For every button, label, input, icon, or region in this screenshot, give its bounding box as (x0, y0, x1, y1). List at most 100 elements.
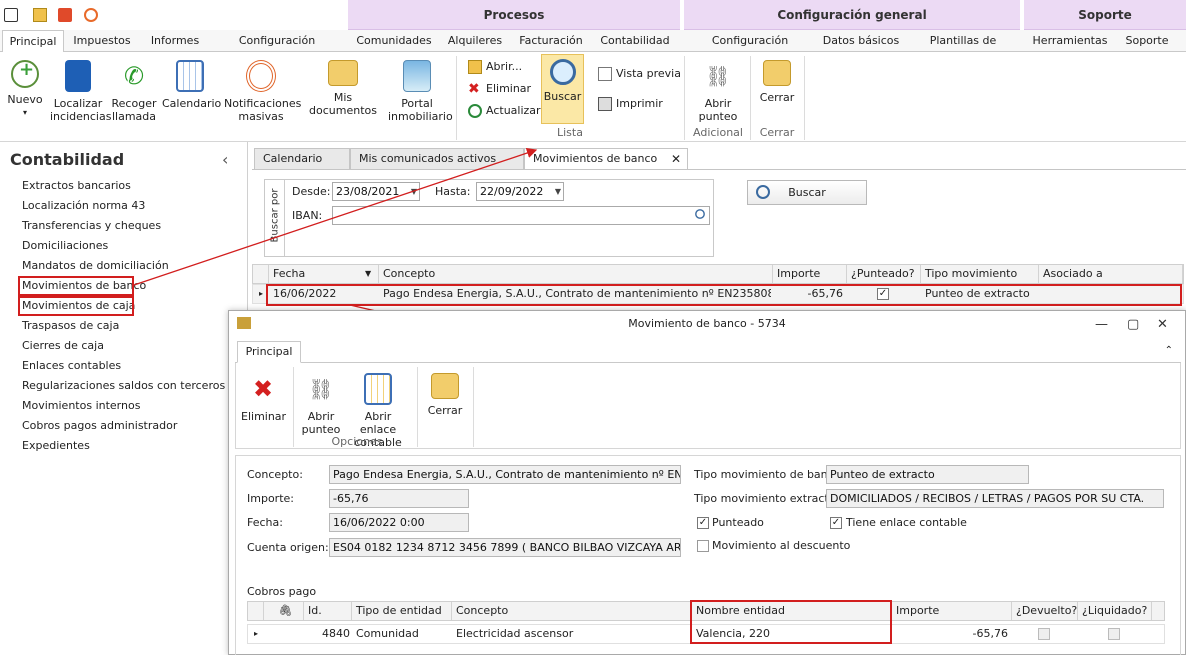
sidebar-item-cobros-pagos[interactable]: Cobros pagos administrador (22, 417, 177, 435)
sidebar-item-norma43[interactable]: Localización norma 43 (22, 197, 145, 215)
tab-facturacion[interactable]: Facturación (516, 30, 586, 52)
notificaciones-masivas-button[interactable]: Notificaciones masivas (224, 56, 301, 123)
cell-devuelto-checkbox[interactable] (1038, 628, 1050, 640)
dialog-cerrar-button[interactable]: Cerrar (423, 369, 467, 417)
tab-contabilidad[interactable]: Contabilidad (600, 30, 670, 52)
cuenta-origen-field[interactable]: ES04 0182 1234 8712 3456 7899 ( BANCO BI… (329, 538, 681, 557)
maximize-icon[interactable]: ▢ (1127, 317, 1139, 332)
collapse-chevron-icon[interactable]: ‹ (222, 150, 228, 169)
tasks-icon[interactable] (58, 8, 72, 22)
vista-previa-label: Vista previa (616, 67, 681, 80)
collapse-icon[interactable]: ⌃ (1165, 345, 1173, 356)
portal-inmobiliario-button[interactable]: Portal inmobiliario (388, 56, 453, 123)
calendario-button[interactable]: Calendario (162, 56, 221, 110)
column-fecha[interactable]: Fecha (269, 265, 379, 283)
sidebar-item-mandatos[interactable]: Mandatos de domiciliación (22, 257, 169, 275)
search-icon[interactable] (695, 209, 705, 219)
column-id[interactable]: Id. (304, 602, 352, 620)
buscar-button[interactable]: Buscar (747, 180, 867, 205)
column-liquidado[interactable]: ¿Liquidado? (1078, 602, 1152, 620)
abrir-punteo-button[interactable]: ⛓ Abrir punteo (692, 56, 744, 123)
row-indicator-header (253, 265, 269, 283)
close-icon[interactable]: ✕ (1157, 317, 1168, 332)
dialog-eliminar-button[interactable]: ✖ Eliminar (241, 369, 286, 423)
nuevo-button[interactable]: + Nuevo ▾ (4, 56, 46, 119)
ribbon-separator (750, 56, 751, 140)
tab-alquileres[interactable]: Alquileres (446, 30, 504, 52)
sidebar-item-expedientes[interactable]: Expedientes (22, 437, 90, 455)
column-importe[interactable]: Importe (892, 602, 1012, 620)
sidebar-item-regularizaciones[interactable]: Regularizaciones saldos con terceros (22, 377, 225, 395)
mis-documentos-button[interactable]: Mis documentos (302, 56, 384, 117)
recoger-llamada-button[interactable]: ✆ Recoger llamada (110, 56, 158, 123)
tipo-banco-field[interactable]: Punteo de extracto (826, 465, 1029, 484)
tipo-extracto-field[interactable]: DOMICILIADOS / RECIBOS / LETRAS / PAGOS … (826, 489, 1164, 508)
tab-principal[interactable]: Principal (2, 30, 64, 53)
column-punteado[interactable]: ¿Punteado? (847, 265, 921, 283)
descuento-checkbox[interactable] (697, 540, 709, 552)
tab-principal[interactable]: Principal (237, 341, 301, 363)
actualizar-button[interactable]: Actualizar (466, 102, 541, 120)
imprimir-button[interactable]: Imprimir (596, 95, 663, 113)
concepto-field[interactable]: Pago Endesa Energia, S.A.U., Contrato de… (329, 465, 681, 484)
ribbon-separator (804, 56, 805, 140)
column-concepto[interactable]: Concepto (379, 265, 773, 283)
importe-field[interactable]: -65,76 (329, 489, 469, 508)
column-importe[interactable]: Importe (773, 265, 847, 283)
tab-herramientas[interactable]: Herramientas (1032, 30, 1108, 52)
app-menu-icon[interactable] (4, 8, 18, 22)
column-asociado[interactable]: Asociado a (1039, 265, 1183, 283)
chevron-down-icon[interactable]: ▼ (555, 183, 561, 200)
ribbon-group-label: Procesos (483, 7, 545, 22)
column-tipo-entidad[interactable]: Tipo de entidad (352, 602, 452, 620)
sidebar-item-traspasos[interactable]: Traspasos de caja (22, 317, 119, 335)
misdocs-label: Mis documentos (309, 91, 377, 117)
doc-tab-comunicados[interactable]: Mis comunicados activos (350, 148, 524, 170)
buscar-ribbon-button[interactable]: Buscar (541, 54, 584, 124)
column-tipo-movimiento[interactable]: Tipo movimiento (921, 265, 1039, 283)
punteado-checkbox[interactable]: ✓ (697, 517, 709, 529)
tab-comunidades[interactable]: Comunidades (356, 30, 432, 52)
abrir-button[interactable]: Abrir... (466, 58, 522, 76)
tab-configuracion-personal[interactable]: Configuración personal (216, 30, 338, 69)
tab-configuracion-general[interactable]: Configuración general (690, 30, 810, 69)
enlace-contable-checkbox[interactable]: ✓ (830, 517, 842, 529)
ledger-icon (364, 373, 392, 405)
dialog-abrir-punteo-button[interactable]: ⛓ Abrir punteo (299, 369, 343, 436)
cell-liquidado-checkbox[interactable] (1108, 628, 1120, 640)
vista-previa-button[interactable]: Vista previa (596, 65, 681, 83)
sidebar-item-movimientos-internos[interactable]: Movimientos internos (22, 397, 140, 415)
cell-concepto[interactable]: Electricidad ascensor (452, 625, 692, 643)
doc-tab-calendario[interactable]: Calendario (254, 148, 350, 170)
tab-soporte[interactable]: Soporte (1122, 30, 1172, 52)
tab-plantillas[interactable]: Plantillas de texto (914, 30, 1012, 69)
cerrar-ribbon-button[interactable]: Cerrar (756, 56, 798, 104)
localizar-incidencias-button[interactable]: Localizar incidencias (50, 56, 111, 123)
sidebar-item-extractos[interactable]: Extractos bancarios (22, 177, 131, 195)
close-icon[interactable]: ✕ (671, 149, 681, 169)
delete-icon: ✖ (252, 375, 274, 403)
tab-impuestos[interactable]: Impuestos (70, 30, 134, 52)
tab-datos-basicos[interactable]: Datos básicos (822, 30, 900, 52)
desde-field[interactable]: 23/08/2021 ▼ (332, 182, 420, 201)
column-concepto[interactable]: Concepto (452, 602, 692, 620)
sidebar-item-enlaces[interactable]: Enlaces contables (22, 357, 121, 375)
cell-importe[interactable]: -65,76 (892, 625, 1008, 643)
column-devuelto[interactable]: ¿Devuelto? (1012, 602, 1078, 620)
fecha-field[interactable]: 16/06/2022 0:00 (329, 513, 469, 532)
tab-informes[interactable]: Informes (146, 30, 204, 52)
doc-tab-movimientos-banco[interactable]: Movimientos de banco ✕ (524, 148, 688, 170)
iban-field[interactable] (332, 206, 710, 225)
sidebar-item-cierres[interactable]: Cierres de caja (22, 337, 104, 355)
cell-tipo-entidad[interactable]: Comunidad (352, 625, 452, 643)
eliminar-label: Eliminar (486, 82, 532, 95)
cell-id[interactable]: 4840 (304, 625, 350, 643)
hasta-field[interactable]: 22/09/2022 ▼ (476, 182, 564, 201)
broadcast-icon[interactable] (84, 8, 98, 22)
sidebar-item-transferencias[interactable]: Transferencias y cheques (22, 217, 161, 235)
sidebar-item-domiciliaciones[interactable]: Domiciliaciones (22, 237, 108, 255)
eliminar-button[interactable]: ✖ Eliminar (466, 80, 531, 98)
minimize-icon[interactable]: — (1095, 317, 1108, 332)
chevron-down-icon[interactable]: ▼ (411, 183, 417, 200)
mail-icon[interactable] (33, 8, 47, 22)
